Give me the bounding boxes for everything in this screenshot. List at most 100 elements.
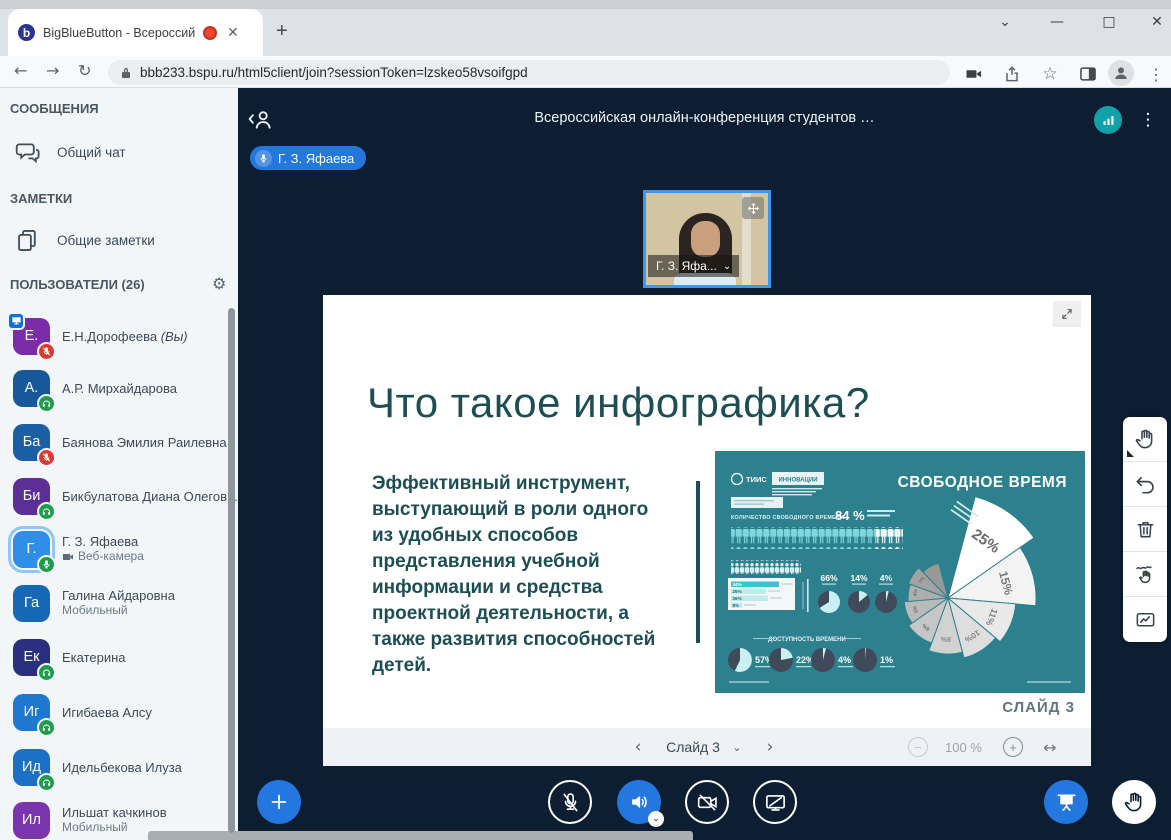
tab-close-icon[interactable]: ✕	[227, 24, 239, 41]
undo-annotation-button[interactable]	[1123, 462, 1167, 507]
webcam-video[interactable]: Г. З. Яфа... ⌄	[643, 190, 771, 288]
webcam-fullscreen-icon[interactable]	[742, 197, 764, 219]
slide-fullscreen-icon[interactable]	[1053, 301, 1081, 327]
user-list-item[interactable]: Ек Екатерина	[0, 634, 230, 680]
userlist-scrollbar[interactable]	[228, 308, 235, 833]
user-name: Игибаева Алсу	[62, 705, 152, 720]
avatar-initials: Ид	[22, 759, 41, 775]
user-list-item[interactable]: А. А.Р. Мирхайдарова	[0, 365, 230, 411]
new-tab-button[interactable]: +	[276, 20, 288, 43]
svg-text:14%: 14%	[850, 573, 867, 583]
share-icon[interactable]	[1000, 62, 1024, 86]
status-badge	[37, 663, 56, 682]
options-menu-icon[interactable]: ⋮	[1138, 106, 1158, 134]
back-icon[interactable]: ←	[14, 61, 27, 80]
user-name: Екатерина	[62, 650, 126, 665]
user-list-item[interactable]: Га Галина Айдаровна Мобильный	[0, 580, 230, 626]
avatar: Ек	[13, 639, 50, 676]
profile-avatar[interactable]	[1108, 60, 1134, 86]
camera-in-use-icon[interactable]	[962, 62, 986, 86]
tab-search-icon[interactable]: ⌄	[990, 14, 1020, 30]
sidebar-item-shared-notes[interactable]: Общие заметки	[0, 224, 238, 256]
unmute-mic-button[interactable]	[548, 780, 592, 824]
avatar-initials: Ба	[23, 434, 41, 450]
user-name: Галина Айдаровна	[62, 588, 175, 603]
chevron-down-icon: ⌄	[723, 261, 731, 272]
sidebar-item-public-chat[interactable]: Общий чат	[0, 136, 238, 168]
close-window-icon[interactable]: ✕	[1142, 14, 1171, 30]
svg-text:1%: 1%	[880, 655, 893, 665]
bookmark-star-icon[interactable]: ☆	[1038, 62, 1062, 86]
user-list-item[interactable]: Иг Игибаева Алсу	[0, 689, 230, 735]
user-name: Бикбулатова Диана Олегов...	[62, 489, 238, 504]
audio-settings-button[interactable]: ⌄	[617, 780, 661, 824]
talking-indicator[interactable]: Г. З. Яфаева	[250, 146, 366, 170]
next-slide-button[interactable]: ›	[755, 728, 785, 766]
slide-select-label[interactable]: Слайд 3	[657, 728, 729, 766]
webcam-user-dropdown[interactable]: Г. З. Яфа... ⌄	[648, 255, 739, 277]
public-chat-label: Общий чат	[57, 145, 126, 160]
maximize-window-icon[interactable]: □	[1094, 14, 1124, 30]
reload-icon[interactable]: ↻	[78, 61, 91, 80]
user-name: Идельбекова Илуза	[62, 760, 182, 775]
audio-options-chevron-icon[interactable]: ⌄	[648, 811, 664, 827]
avatar-initials: Иг	[24, 704, 40, 720]
address-bar[interactable]: bbb233.bspu.ru/html5client/join?sessionT…	[108, 60, 950, 85]
chart-tool-button[interactable]	[1123, 597, 1167, 642]
share-screen-button[interactable]	[753, 780, 797, 824]
lock-icon	[120, 66, 132, 80]
forward-icon[interactable]: →	[46, 61, 59, 80]
hand-tool-button[interactable]	[1123, 417, 1167, 462]
avatar: Га	[13, 585, 50, 622]
zoom-in-button[interactable]: +	[1003, 737, 1023, 757]
user-name: Е.Н.Дорофеева	[62, 329, 157, 344]
user-subtitle: Мобильный	[62, 603, 128, 617]
meeting-title: Всероссийская онлайн-конференция студент…	[238, 110, 1171, 126]
avatar-initials: Га	[24, 595, 39, 611]
previous-slide-button[interactable]: ‹	[623, 728, 653, 766]
bigbluebutton-favicon: b	[18, 24, 35, 41]
slide-title: Что такое инфографика?	[367, 379, 870, 427]
side-panel-icon[interactable]	[1076, 62, 1100, 86]
avatar-initials: А.	[25, 380, 39, 396]
actions-plus-button[interactable]	[257, 780, 301, 824]
svg-text:8%: 8%	[940, 635, 951, 642]
presenter-icon	[7, 312, 25, 330]
avatar-initials: Ек	[23, 649, 39, 665]
webcam-person-face	[691, 221, 720, 257]
tab-recording-icon	[203, 26, 217, 40]
user-list-item[interactable]: Ил Ильшат качкинов Мобильный	[0, 797, 230, 840]
browser-menu-icon[interactable]: ⋮	[1144, 62, 1168, 86]
quantity-label: КОЛИЧЕСТВО СВОБОДНОГО ВРЕМЕНИ	[731, 515, 844, 521]
raise-hand-button[interactable]	[1112, 780, 1156, 824]
browser-window: b BigBlueButton - Всероссийс ✕ + ⌄ — □ ✕…	[0, 0, 1171, 840]
slide-select-chevron-icon[interactable]: ⌄	[725, 728, 749, 766]
zoom-out-button[interactable]: −	[908, 737, 928, 757]
slide-body-text: Эффективный инструмент, выступающий в ро…	[372, 471, 672, 679]
clear-annotations-button[interactable]	[1123, 507, 1167, 552]
share-webcam-button[interactable]	[685, 780, 729, 824]
talking-user-name: Г. З. Яфаева	[278, 151, 354, 166]
minimize-presentation-button[interactable]	[1044, 780, 1088, 824]
avatar: Ба	[13, 424, 50, 461]
user-list-item[interactable]: Ид Идельбекова Илуза	[0, 744, 230, 790]
status-badge	[37, 342, 56, 361]
user-list-item[interactable]: Е. Е.Н.Дорофеева (Вы)	[0, 313, 230, 359]
connection-status-icon[interactable]	[1094, 106, 1122, 134]
user-you-suffix: (Вы)	[161, 329, 188, 344]
palm-rejection-button[interactable]	[1123, 552, 1167, 597]
notes-icon	[14, 227, 41, 254]
browser-tab[interactable]: b BigBlueButton - Всероссийс ✕	[8, 9, 263, 56]
sidebar: СООБЩЕНИЯ Общий чат ЗАМЕТКИ Общие заметк…	[0, 88, 238, 840]
user-list-item[interactable]: Ба Баянова Эмилия Раилевна	[0, 419, 230, 465]
user-list-item[interactable]: Г. Г. З. Яфаева Веб-камера	[0, 526, 230, 572]
presentation-slide[interactable]: Что такое инфографика? Эффективный инстр…	[323, 295, 1091, 728]
minimize-window-icon[interactable]: —	[1042, 14, 1072, 30]
fit-to-width-button[interactable]: ↔	[1035, 728, 1065, 766]
manage-users-gear-icon[interactable]: ⚙	[212, 274, 226, 293]
tab-title: BigBlueButton - Всероссийс	[43, 26, 195, 40]
user-list-item[interactable]: Би Бикбулатова Диана Олегов...	[0, 473, 230, 519]
window-frame	[0, 0, 1171, 9]
whiteboard-toolbar	[1123, 417, 1167, 642]
infographic-brand: ТИИС	[746, 475, 767, 484]
